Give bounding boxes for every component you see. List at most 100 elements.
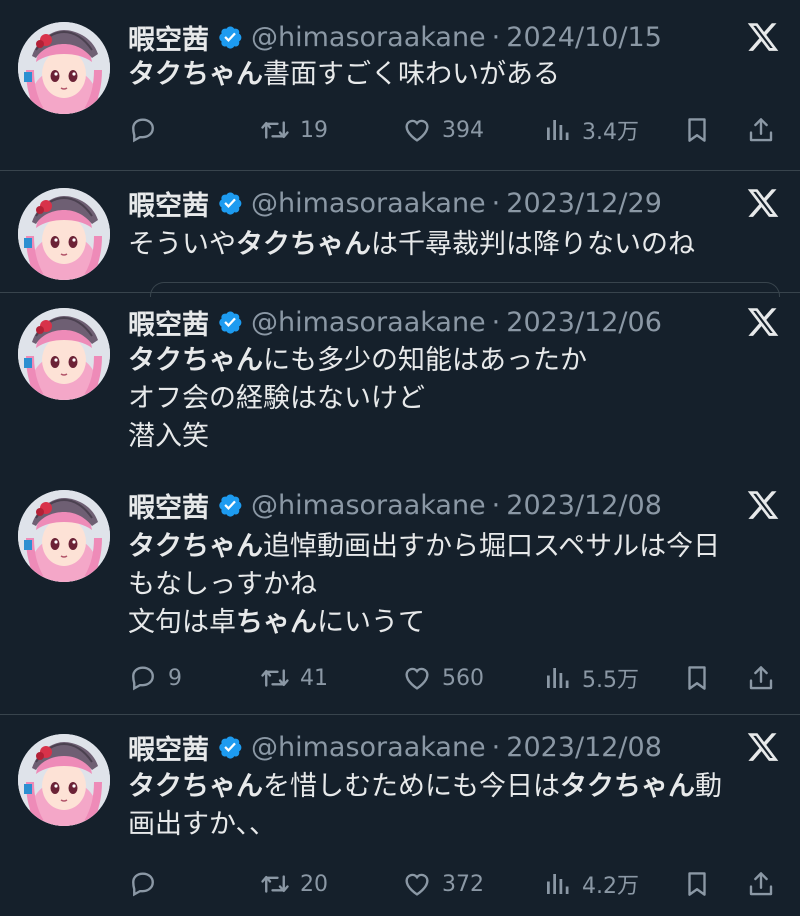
tweet-header: 暇空茜 @himasoraakane · 2023/12/08 xyxy=(128,728,662,767)
reply-count: 9 xyxy=(168,665,182,691)
bookmark-button[interactable] xyxy=(682,660,712,696)
x-logo-icon xyxy=(746,730,780,764)
bookmark-icon xyxy=(682,869,712,899)
tweet-text: タクちゃんを惜しむためにも今日はタクちゃん動 画出すか、、 xyxy=(128,768,768,844)
bookmark-icon xyxy=(682,115,712,145)
tweet-date[interactable]: 2023/12/06 xyxy=(506,307,662,338)
avatar[interactable] xyxy=(18,734,110,826)
share-button[interactable] xyxy=(746,112,776,148)
avatar[interactable] xyxy=(18,188,110,280)
author-handle[interactable]: @himasoraakane xyxy=(251,307,486,338)
reply-button[interactable] xyxy=(128,112,158,148)
text-segment: は千尋裁判は降りないのね xyxy=(371,229,695,260)
author-handle[interactable]: @himasoraakane xyxy=(251,22,486,53)
tweet-text: タクちゃん書面すごく味わいがある xyxy=(128,56,768,94)
reply-icon xyxy=(128,115,158,145)
author-name[interactable]: 暇空茜 xyxy=(128,184,209,223)
tweet-date[interactable]: 2024/10/15 xyxy=(506,22,662,53)
text-segment: にいうて xyxy=(317,607,425,638)
verified-badge-icon xyxy=(217,190,243,216)
x-logo-icon xyxy=(746,488,780,522)
text-segment: にも多少の知能はあったか xyxy=(263,345,587,376)
views-count: 4.2万 xyxy=(582,874,639,899)
tweet-date[interactable]: 2023/12/08 xyxy=(506,490,662,521)
bookmark-icon xyxy=(682,663,712,693)
separator-dot: · xyxy=(491,731,501,763)
like-button[interactable]: 560 xyxy=(402,660,484,696)
tweet-separator xyxy=(0,170,800,171)
like-icon xyxy=(402,115,432,145)
text-segment: を惜しむためにも今日は xyxy=(263,771,560,802)
verified-badge-icon xyxy=(217,24,243,50)
author-name[interactable]: 暇空茜 xyxy=(128,728,209,767)
reply-button[interactable] xyxy=(128,866,158,902)
share-button[interactable] xyxy=(746,866,776,902)
separator-dot: · xyxy=(491,21,501,53)
views-button[interactable]: 3.4万 xyxy=(542,112,639,148)
text-segment-bold: タクちゃん xyxy=(128,531,263,562)
text-segment-bold: タクちゃん xyxy=(560,771,695,802)
author-handle[interactable]: @himasoraakane xyxy=(251,490,486,521)
retweet-button[interactable]: 41 xyxy=(260,660,328,696)
tweet-date[interactable]: 2023/12/08 xyxy=(506,732,662,763)
retweet-button[interactable]: 20 xyxy=(260,866,328,902)
bookmark-button[interactable] xyxy=(682,866,712,902)
retweet-button[interactable]: 19 xyxy=(260,112,328,148)
author-name[interactable]: 暇空茜 xyxy=(128,18,209,57)
like-count: 394 xyxy=(442,117,484,143)
like-button[interactable]: 372 xyxy=(402,866,484,902)
tweet-text: タクちゃんにも多少の知能はあったかオフ会の経験はないけど 潜入笑 xyxy=(128,342,768,456)
tweet-header: 暇空茜 @himasoraakane · 2023/12/29 xyxy=(128,184,662,223)
reply-button[interactable]: 9 xyxy=(128,660,182,696)
author-handle[interactable]: @himasoraakane xyxy=(251,732,486,763)
share-icon xyxy=(746,869,776,899)
tweet-header: 暇空茜 @himasoraakane · 2023/12/06 xyxy=(128,303,662,342)
bookmark-button[interactable] xyxy=(682,112,712,148)
views-icon xyxy=(542,115,572,145)
tweet-text: タクちゃん追悼動画出すから堀口スペサルは今日 もなしっすかね 文句は卓ちゃんにいうて xyxy=(128,528,768,642)
tweet-text-line: 文句は卓ちゃんにいうて xyxy=(128,604,768,642)
tweet-text-line: そういやタクちゃんは千尋裁判は降りないのね xyxy=(128,226,768,264)
separator-dot: · xyxy=(491,306,501,338)
quoted-tweet-edge[interactable] xyxy=(150,282,780,297)
views-button[interactable]: 5.5万 xyxy=(542,660,639,696)
author-name[interactable]: 暇空茜 xyxy=(128,486,209,525)
x-logo-icon xyxy=(746,186,780,220)
tweet-text-line: 潜入笑 xyxy=(128,418,768,456)
text-segment: 文句は卓 xyxy=(128,607,236,638)
views-button[interactable]: 4.2万 xyxy=(542,866,639,902)
tweet-text-line: タクちゃんを惜しむためにも今日はタクちゃん動 xyxy=(128,768,768,806)
tweet-text-line: 画出すか、、 xyxy=(128,806,768,844)
verified-badge-icon xyxy=(217,309,243,335)
like-button[interactable]: 394 xyxy=(402,112,484,148)
views-count: 3.4万 xyxy=(582,120,639,145)
tweet-date[interactable]: 2023/12/29 xyxy=(506,188,662,219)
share-icon xyxy=(746,663,776,693)
avatar[interactable] xyxy=(18,308,110,400)
author-name[interactable]: 暇空茜 xyxy=(128,303,209,342)
text-segment-bold: タクちゃん xyxy=(128,345,263,376)
tweet-text-line: オフ会の経験はないけど xyxy=(128,380,768,418)
share-button[interactable] xyxy=(746,660,776,696)
retweet-count: 41 xyxy=(300,665,328,691)
like-icon xyxy=(402,663,432,693)
author-handle[interactable]: @himasoraakane xyxy=(251,188,486,219)
like-count: 372 xyxy=(442,871,484,897)
reply-icon xyxy=(128,869,158,899)
avatar[interactable] xyxy=(18,490,110,582)
tweet-actions: 20 372 4.2万 xyxy=(128,866,778,902)
like-count: 560 xyxy=(442,665,484,691)
tweet-actions: 9 41 560 5.5万 xyxy=(128,660,778,696)
avatar[interactable] xyxy=(18,22,110,114)
text-segment-bold: タクちゃん xyxy=(128,59,263,90)
reply-icon xyxy=(128,663,158,693)
retweet-count: 20 xyxy=(300,871,328,897)
text-segment: もなしっすかね xyxy=(128,569,317,600)
retweet-icon xyxy=(260,115,290,145)
text-segment: そういや xyxy=(128,229,236,260)
retweet-count: 19 xyxy=(300,117,328,143)
text-segment-bold: ちゃん xyxy=(236,607,317,638)
share-icon xyxy=(746,115,776,145)
text-segment: 書面すごく味わいがある xyxy=(263,59,560,90)
tweet-separator xyxy=(0,714,800,715)
